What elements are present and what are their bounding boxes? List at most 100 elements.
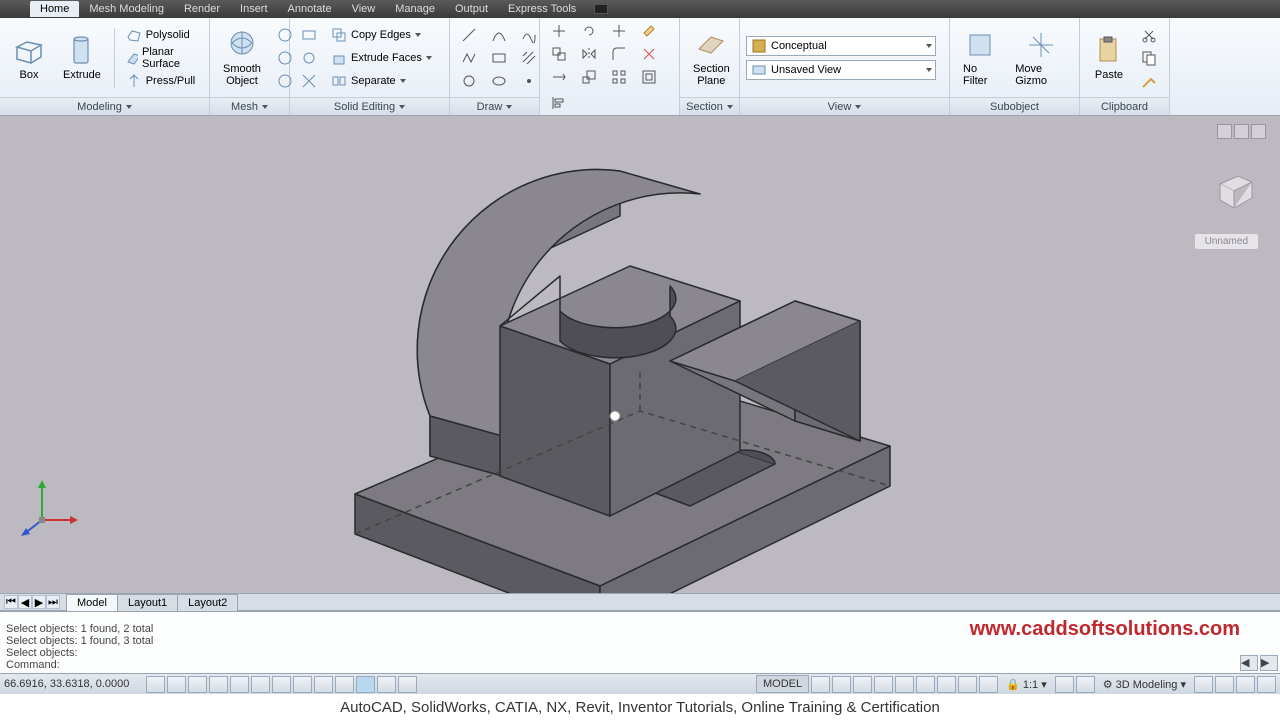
- search-icon[interactable]: [594, 4, 608, 14]
- tab-first-button[interactable]: ⏮: [4, 595, 18, 609]
- box-button[interactable]: Box: [6, 32, 52, 84]
- mirror-button[interactable]: [576, 43, 602, 65]
- otrack-button[interactable]: [251, 676, 270, 693]
- qp-button[interactable]: [335, 676, 354, 693]
- sc-button[interactable]: [356, 676, 375, 693]
- line-button[interactable]: [456, 24, 482, 46]
- presspull-button[interactable]: Press/Pull: [121, 70, 203, 92]
- chevron-down-icon[interactable]: [727, 105, 733, 109]
- clean-screen-button[interactable]: [1257, 676, 1276, 693]
- move-gizmo-button[interactable]: Move Gizmo: [1008, 26, 1073, 90]
- array-button[interactable]: [606, 66, 632, 88]
- extrude-button[interactable]: Extrude: [56, 32, 108, 84]
- solid-tool-a1[interactable]: [296, 24, 322, 46]
- circle-button[interactable]: [456, 70, 482, 92]
- menu-render[interactable]: Render: [174, 1, 230, 17]
- chevron-down-icon[interactable]: [262, 105, 268, 109]
- chevron-down-icon[interactable]: [126, 105, 132, 109]
- quick-view-layouts-button[interactable]: [874, 676, 893, 693]
- hatch-button[interactable]: [516, 47, 542, 69]
- motion-button[interactable]: [979, 676, 998, 693]
- steering-button[interactable]: [958, 676, 977, 693]
- paste-button[interactable]: Paste: [1086, 32, 1132, 84]
- offset-button[interactable]: [636, 66, 662, 88]
- cut-button[interactable]: [1136, 24, 1162, 46]
- maximize-icon[interactable]: [1234, 124, 1249, 139]
- isolate-button[interactable]: [1236, 676, 1255, 693]
- rectangle-button[interactable]: [486, 47, 512, 69]
- chevron-down-icon[interactable]: [506, 105, 512, 109]
- copy-clip-button[interactable]: [1136, 47, 1162, 69]
- tab-layout1[interactable]: Layout1: [117, 594, 178, 611]
- ortho-button[interactable]: [188, 676, 207, 693]
- chevron-down-icon[interactable]: [399, 105, 405, 109]
- view-cube[interactable]: [1208, 166, 1258, 216]
- toolbar-lock-button[interactable]: [1194, 676, 1213, 693]
- move-button[interactable]: [546, 20, 572, 42]
- space-label[interactable]: MODEL: [756, 675, 809, 693]
- tab-last-button[interactable]: ⏭: [46, 595, 60, 609]
- anno-vis-button[interactable]: [1055, 676, 1074, 693]
- copy-button[interactable]: [546, 43, 572, 65]
- spline-button[interactable]: [516, 24, 542, 46]
- tab-model[interactable]: Model: [66, 594, 118, 611]
- close-icon[interactable]: [1251, 124, 1266, 139]
- no-filter-button[interactable]: No Filter: [956, 26, 1004, 90]
- menu-home[interactable]: Home: [30, 1, 79, 17]
- dyn-button[interactable]: [293, 676, 312, 693]
- saved-view-dropdown[interactable]: Unsaved View: [746, 60, 936, 80]
- stretch-button[interactable]: [546, 66, 572, 88]
- viewport[interactable]: Unnamed: [0, 116, 1280, 593]
- status-btn-3[interactable]: [853, 676, 872, 693]
- tab-layout2[interactable]: Layout2: [177, 594, 238, 611]
- osnap-button[interactable]: [230, 676, 249, 693]
- quick-view-drawings-button[interactable]: [895, 676, 914, 693]
- menu-manage[interactable]: Manage: [385, 1, 445, 17]
- fillet-button[interactable]: [606, 43, 632, 65]
- visual-style-dropdown[interactable]: Conceptual: [746, 36, 936, 56]
- menu-annotate[interactable]: Annotate: [278, 1, 342, 17]
- tray-button[interactable]: [398, 676, 417, 693]
- planar-surface-button[interactable]: Planar Surface: [121, 47, 203, 69]
- zoom-button[interactable]: [937, 676, 956, 693]
- solid-tool-a2[interactable]: [296, 47, 322, 69]
- extrude-faces-button[interactable]: Extrude Faces: [326, 47, 437, 69]
- scroll-right-button[interactable]: ▶: [1260, 655, 1278, 671]
- polyline-button[interactable]: [456, 47, 482, 69]
- view-name-label[interactable]: Unnamed: [1195, 234, 1258, 249]
- status-btn-2[interactable]: [832, 676, 851, 693]
- section-plane-button[interactable]: Section Plane: [686, 26, 737, 90]
- align-button[interactable]: [546, 92, 572, 114]
- menu-output[interactable]: Output: [445, 1, 498, 17]
- menu-insert[interactable]: Insert: [230, 1, 278, 17]
- ellipse-button[interactable]: [486, 70, 512, 92]
- workspace-switching[interactable]: ⚙ 3D Modeling ▾: [1097, 676, 1192, 693]
- command-window[interactable]: Select objects: 1 found, 2 total Select …: [0, 611, 1280, 673]
- rotate-button[interactable]: [576, 20, 602, 42]
- point-button[interactable]: [516, 70, 542, 92]
- menu-mesh-modeling[interactable]: Mesh Modeling: [79, 1, 174, 17]
- status-btn-1[interactable]: [811, 676, 830, 693]
- tab-prev-button[interactable]: ◀: [18, 595, 32, 609]
- command-prompt[interactable]: Command:: [6, 659, 1274, 671]
- erase-button[interactable]: [636, 20, 662, 42]
- scale-button[interactable]: [576, 66, 602, 88]
- polar-button[interactable]: [209, 676, 228, 693]
- separate-button[interactable]: Separate: [326, 70, 437, 92]
- lwt-button[interactable]: [314, 676, 333, 693]
- arc-button[interactable]: [486, 24, 512, 46]
- menu-view[interactable]: View: [342, 1, 386, 17]
- trim-button[interactable]: [606, 20, 632, 42]
- chevron-down-icon[interactable]: [855, 105, 861, 109]
- solid-tool-a3[interactable]: [296, 70, 322, 92]
- match-button[interactable]: [1136, 70, 1162, 92]
- snap-button[interactable]: [146, 676, 165, 693]
- copy-edges-button[interactable]: Copy Edges: [326, 24, 437, 46]
- anno-auto-button[interactable]: [1076, 676, 1095, 693]
- grid-button[interactable]: [167, 676, 186, 693]
- smooth-object-button[interactable]: Smooth Object: [216, 26, 268, 90]
- menu-express[interactable]: Express Tools: [498, 1, 586, 17]
- tab-next-button[interactable]: ▶: [32, 595, 46, 609]
- minimize-icon[interactable]: [1217, 124, 1232, 139]
- annotation-scale[interactable]: 🔒 1:1 ▾: [1000, 676, 1053, 693]
